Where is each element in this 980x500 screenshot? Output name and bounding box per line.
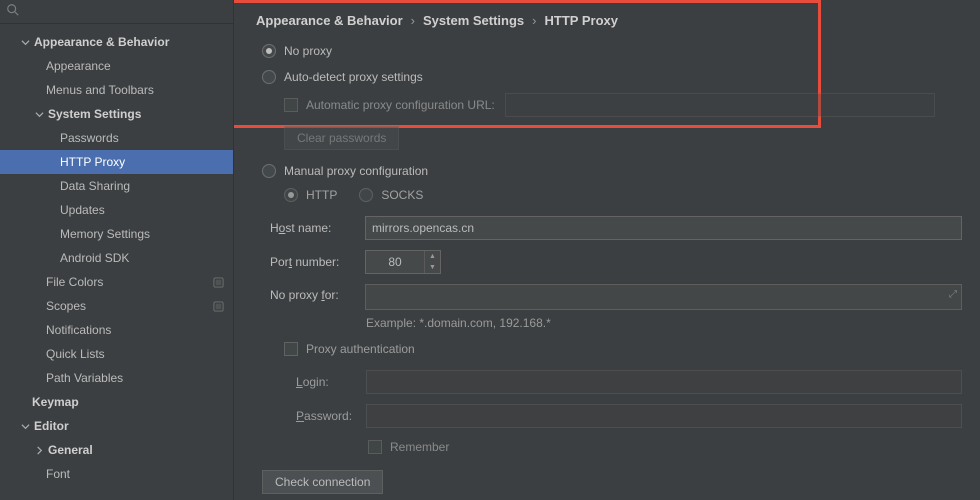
chevron-down-icon[interactable] <box>32 107 46 121</box>
checkbox-proxy-auth[interactable]: Proxy authentication <box>284 338 962 360</box>
sidebar-item-label: Notifications <box>46 323 233 337</box>
checkbox-remember[interactable]: Remember <box>368 436 962 458</box>
radio-label: Auto-detect proxy settings <box>284 70 423 84</box>
radio-socks[interactable] <box>359 188 373 202</box>
sidebar-item[interactable]: Appearance & Behavior <box>0 30 233 54</box>
breadcrumb-item: Appearance & Behavior <box>256 13 403 28</box>
sidebar-item-label: Keymap <box>32 395 233 409</box>
spinner-arrows[interactable]: ▲▼ <box>424 251 440 273</box>
port-number-input[interactable] <box>366 251 424 273</box>
password-label: Password: <box>296 409 366 423</box>
no-proxy-for-input[interactable]: ⤢ <box>365 284 962 310</box>
sidebar-item[interactable]: System Settings <box>0 102 233 126</box>
sidebar-item-label: Passwords <box>60 131 233 145</box>
radio-auto-detect[interactable]: Auto-detect proxy settings <box>262 66 962 88</box>
sidebar-item[interactable]: Data Sharing <box>0 174 233 198</box>
no-proxy-for-label: No proxy for: <box>270 284 365 302</box>
radio-label: HTTP <box>306 188 337 202</box>
search-input[interactable] <box>24 5 227 19</box>
radio-icon <box>262 164 276 178</box>
login-input[interactable] <box>366 370 962 394</box>
sidebar-item-label: System Settings <box>48 107 233 121</box>
chevron-right-icon[interactable] <box>32 443 46 457</box>
project-scope-icon <box>211 275 225 289</box>
sidebar-item[interactable]: Font <box>0 462 233 486</box>
sidebar-item[interactable]: General <box>0 438 233 462</box>
radio-no-proxy[interactable]: No proxy <box>262 40 962 62</box>
password-input[interactable] <box>366 404 962 428</box>
sidebar-item-label: Menus and Toolbars <box>46 83 233 97</box>
sidebar-item[interactable]: HTTP Proxy <box>0 150 233 174</box>
sidebar-item-label: General <box>48 443 233 457</box>
sidebar-item-label: Updates <box>60 203 233 217</box>
sidebar-item[interactable]: Notifications <box>0 318 233 342</box>
sidebar-item[interactable]: Scopes <box>0 294 233 318</box>
login-label: Login: <box>296 375 366 389</box>
port-number-spinner[interactable]: ▲▼ <box>365 250 441 274</box>
host-name-label: Host name: <box>270 221 365 235</box>
radio-label: Manual proxy configuration <box>284 164 428 178</box>
chevron-right-icon: › <box>411 13 415 28</box>
radio-manual-proxy[interactable]: Manual proxy configuration <box>262 160 962 182</box>
sidebar-item[interactable]: Android SDK <box>0 246 233 270</box>
checkbox-icon <box>284 342 298 356</box>
sidebar-item[interactable]: Quick Lists <box>0 342 233 366</box>
sidebar-item-label: File Colors <box>46 275 211 289</box>
sidebar-item[interactable]: Memory Settings <box>0 222 233 246</box>
sidebar-item-label: Data Sharing <box>60 179 233 193</box>
project-scope-icon <box>211 299 225 313</box>
proxy-type-row: HTTP SOCKS <box>284 184 962 206</box>
settings-main-panel: Appearance & Behavior › System Settings … <box>234 0 980 500</box>
radio-icon <box>262 44 276 58</box>
chevron-down-icon[interactable] <box>18 419 32 433</box>
clear-passwords-button[interactable]: Clear passwords <box>284 126 399 150</box>
sidebar-item-label: HTTP Proxy <box>60 155 233 169</box>
chevron-right-icon: › <box>532 13 536 28</box>
sidebar-item-label: Scopes <box>46 299 211 313</box>
checkbox-icon <box>368 440 382 454</box>
sidebar-item[interactable]: Keymap <box>0 390 233 414</box>
radio-label: No proxy <box>284 44 332 58</box>
checkbox-label: Remember <box>390 440 449 454</box>
sidebar-item-label: Font <box>46 467 233 481</box>
sidebar-item[interactable]: Updates <box>0 198 233 222</box>
sidebar-item[interactable]: File Colors <box>0 270 233 294</box>
search-icon <box>6 3 20 20</box>
checkbox-icon <box>284 98 298 112</box>
sidebar-item[interactable]: Menus and Toolbars <box>0 78 233 102</box>
settings-tree: Appearance & Behavior Appearance Menus and… <box>0 24 233 500</box>
sidebar-item-label: Quick Lists <box>46 347 233 361</box>
radio-label: SOCKS <box>381 188 423 202</box>
breadcrumb-item: System Settings <box>423 13 524 28</box>
chevron-down-icon[interactable] <box>18 35 32 49</box>
sidebar-item[interactable]: Editor <box>0 414 233 438</box>
breadcrumb-item: HTTP Proxy <box>545 13 618 28</box>
host-name-input[interactable] <box>365 216 962 240</box>
expand-icon[interactable]: ⤢ <box>949 289 957 300</box>
sidebar-item-label: Appearance <box>46 59 233 73</box>
radio-icon <box>262 70 276 84</box>
auto-config-url-input[interactable] <box>505 93 935 117</box>
sidebar-item-label: Path Variables <box>46 371 233 385</box>
port-number-label: Port number: <box>270 255 365 269</box>
checkbox-auto-config-url[interactable]: Automatic proxy configuration URL: <box>284 94 962 116</box>
radio-http[interactable] <box>284 188 298 202</box>
settings-search[interactable] <box>0 0 233 24</box>
settings-sidebar: Appearance & Behavior Appearance Menus and… <box>0 0 234 500</box>
sidebar-item-label: Editor <box>34 419 233 433</box>
sidebar-item[interactable]: Passwords <box>0 126 233 150</box>
check-connection-button[interactable]: Check connection <box>262 470 383 494</box>
checkbox-label: Proxy authentication <box>306 342 415 356</box>
sidebar-item[interactable]: Path Variables <box>0 366 233 390</box>
checkbox-label: Automatic proxy configuration URL: <box>306 98 495 112</box>
breadcrumb: Appearance & Behavior › System Settings … <box>256 10 962 30</box>
no-proxy-hint: Example: *.domain.com, 192.168.* <box>366 316 962 330</box>
sidebar-item[interactable]: Appearance <box>0 54 233 78</box>
sidebar-item-label: Android SDK <box>60 251 233 265</box>
sidebar-item-label: Appearance & Behavior <box>34 35 233 49</box>
sidebar-item-label: Memory Settings <box>60 227 233 241</box>
